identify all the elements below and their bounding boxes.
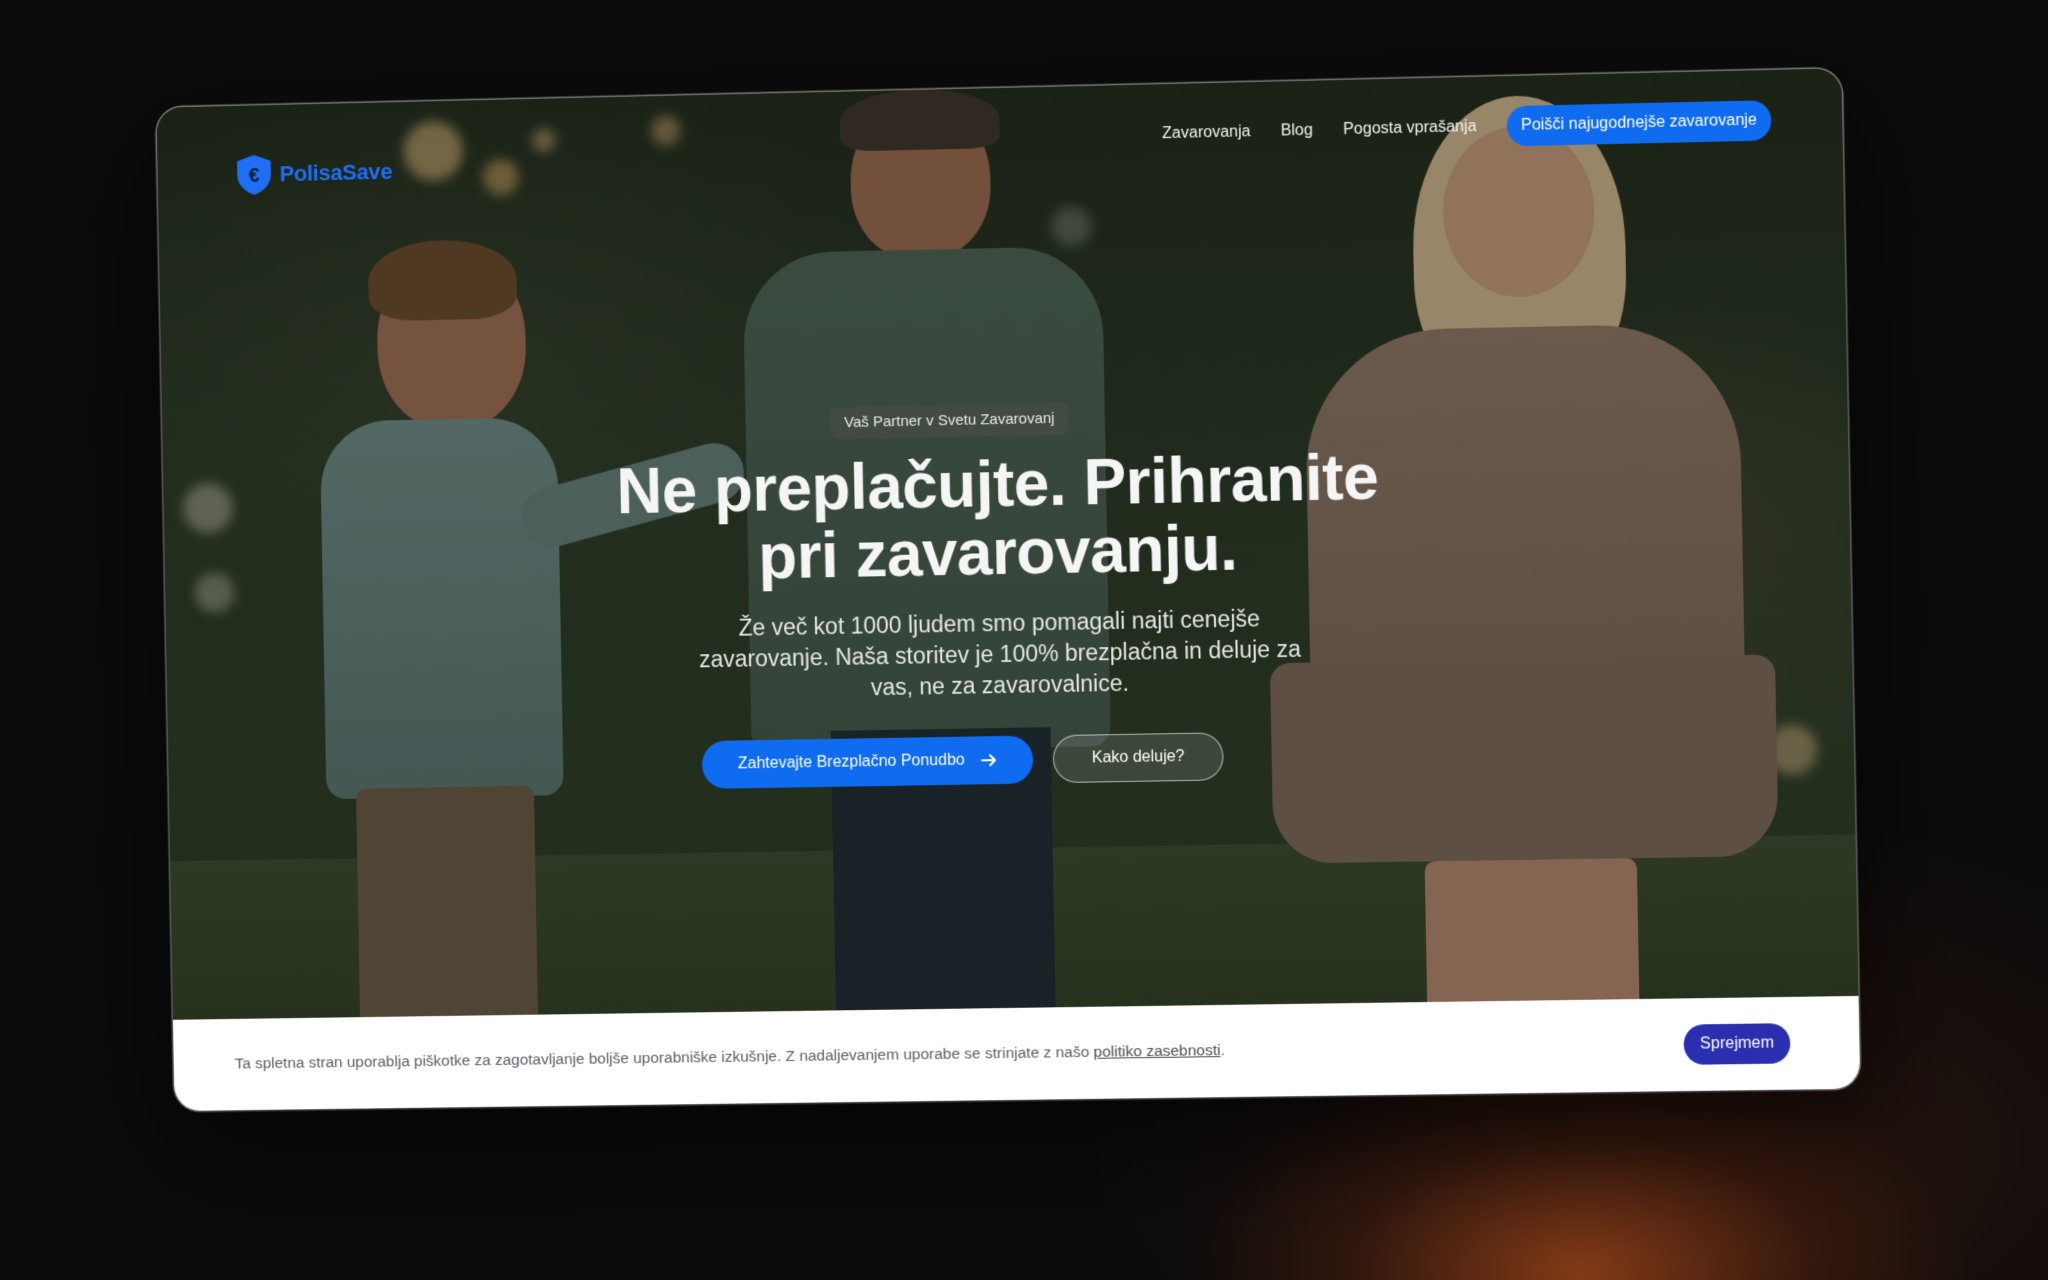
browser-window: € PolisaSave Zavarovanja Blog Pogosta vp… — [156, 68, 1861, 1112]
euro-shield-icon: € — [236, 154, 272, 196]
logo[interactable]: € PolisaSave — [234, 150, 393, 197]
cookie-message: Ta spletna stran uporablja piškotke za z… — [234, 1043, 1094, 1073]
nav-links: Zavarovanja Blog Pogosta vprašanja Poišč… — [1162, 100, 1772, 154]
nav-link-blog[interactable]: Blog — [1281, 122, 1314, 141]
stage: € PolisaSave Zavarovanja Blog Pogosta vp… — [0, 0, 2048, 1280]
headline-line-1: Ne preplačujte. Prihranite — [615, 440, 1380, 528]
brand-name: PolisaSave — [279, 158, 393, 187]
headline-line-2: pri zavarovanju. — [757, 511, 1238, 593]
how-it-works-button[interactable]: Kako deluje? — [1052, 732, 1225, 784]
hero-subhead: Že več kot 1000 ljudem smo pomagali najt… — [698, 605, 1302, 701]
hero-cta-row: Zahtevajte Brezplačno Ponudbo Kako deluj… — [701, 732, 1225, 789]
hero-section: € PolisaSave Zavarovanja Blog Pogosta vp… — [156, 68, 1859, 1020]
nav-link-faq[interactable]: Pogosta vprašanja — [1343, 118, 1477, 139]
cookie-text: Ta spletna stran uporablja piškotke za z… — [235, 1036, 1684, 1074]
arrow-right-icon — [980, 754, 996, 767]
cookie-suffix: . — [1220, 1041, 1226, 1060]
nav-link-zavarovanja[interactable]: Zavarovanja — [1162, 123, 1251, 143]
privacy-policy-link[interactable]: politiko zasebnosti — [1093, 1042, 1220, 1061]
svg-text:€: € — [248, 165, 259, 187]
request-quote-button[interactable]: Zahtevajte Brezplačno Ponudbo — [701, 735, 1034, 789]
request-quote-label: Zahtevajte Brezplačno Ponudbo — [737, 751, 965, 773]
hero-headline: Ne preplačujte. Prihranite pri zavarovan… — [558, 441, 1440, 594]
hero-badge: Vaš Partner v Svetu Zavarovanj — [829, 402, 1069, 440]
accept-cookies-button[interactable]: Sprejmem — [1683, 1023, 1791, 1065]
find-insurance-button[interactable]: Poišči najugodnejše zavarovanje — [1506, 100, 1772, 147]
